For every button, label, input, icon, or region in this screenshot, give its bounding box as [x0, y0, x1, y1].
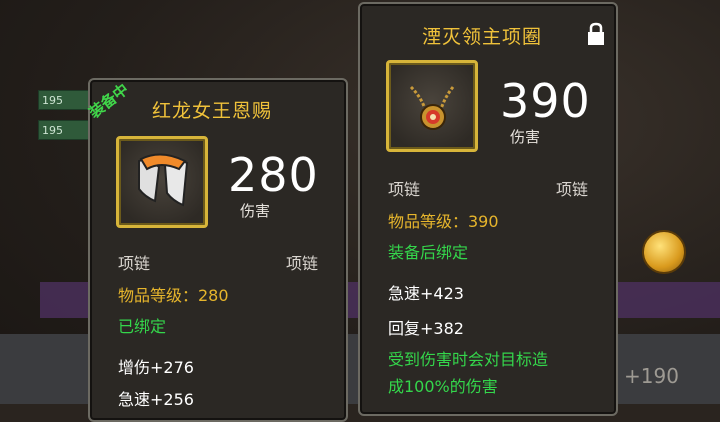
binding-status: 装备后绑定	[388, 243, 469, 262]
item-type: 项链	[388, 180, 421, 199]
background-value: +190	[624, 364, 679, 388]
compare-item-tooltip: 湮灭领主项圈 390 伤害 项链 项链 物品等级：390 装备后绑定 急速+42…	[358, 2, 618, 416]
stat-line: 急速+256	[118, 390, 194, 409]
scarf-necklace-icon	[138, 153, 189, 207]
item-slot-type: 项链	[285, 254, 318, 273]
item-level: 物品等级：390	[388, 212, 499, 231]
background-stat-badge: 195	[38, 90, 90, 110]
damage-label: 伤害	[240, 202, 271, 220]
coin-icon	[642, 230, 686, 274]
special-effect: 受到伤害时会对目标造 成100%的伤害	[388, 346, 588, 400]
lock-icon[interactable]	[586, 22, 606, 46]
item-level: 物品等级：280	[118, 286, 229, 305]
damage-value: 280	[228, 148, 319, 202]
equipped-item-tooltip: 装备中 红龙女王恩赐 280 伤害 项链 项链 物品等级：280 已绑定 增伤+…	[86, 78, 348, 422]
item-title: 红龙女王恩赐	[152, 100, 273, 122]
item-slot[interactable]	[116, 136, 208, 228]
item-slot-type: 项链	[555, 180, 588, 199]
item-type: 项链	[118, 254, 151, 273]
necklace-icon	[409, 85, 455, 130]
item-title: 湮灭领主项圈	[422, 26, 543, 48]
equipped-badge: 装备中	[85, 79, 133, 122]
background-stat-badge: 195	[38, 120, 90, 140]
item-type-row: 项链 项链	[388, 176, 588, 200]
special-effect-line: 成100%的伤害	[388, 377, 498, 396]
damage-label: 伤害	[510, 128, 541, 146]
damage-value: 390	[500, 74, 591, 128]
stat-line: 急速+423	[388, 284, 464, 303]
stat-line: 回复+382	[388, 319, 464, 338]
item-type-row: 项链 项链	[118, 250, 318, 274]
binding-status: 已绑定	[118, 317, 167, 336]
item-slot[interactable]	[386, 60, 478, 152]
stat-line: 增伤+276	[118, 358, 194, 377]
special-effect-line: 受到伤害时会对目标造	[388, 350, 549, 369]
